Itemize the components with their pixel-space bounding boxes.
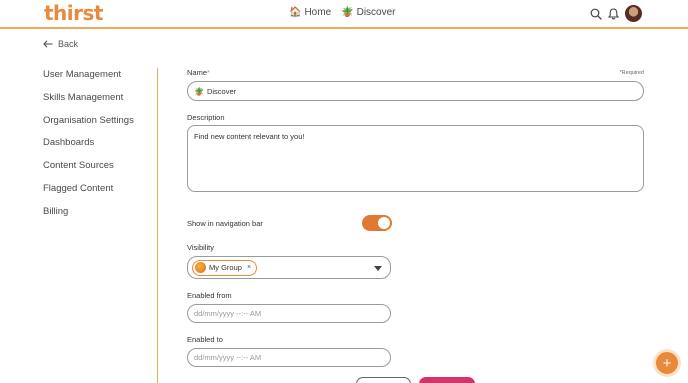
nav-home[interactable]: 🏠 Home — [289, 7, 331, 18]
bell-icon[interactable] — [608, 7, 619, 20]
visibility-label: Visibility — [187, 243, 214, 252]
header-actions — [590, 5, 642, 22]
thirst-logo[interactable]: thirst — [44, 1, 103, 25]
nav-home-label: Home — [304, 7, 332, 18]
name-label: Name* — [187, 68, 210, 77]
enabled-to-label: Enabled to — [187, 335, 223, 344]
enabled-to-input[interactable]: dd/mm/yyyy --:-- AM — [187, 348, 391, 367]
required-mark: * — [207, 68, 210, 77]
visibility-chip-label: My Group — [209, 263, 242, 272]
save-button[interactable] — [419, 377, 475, 383]
sidebar-item-dashboards[interactable]: Dashboards — [43, 136, 157, 159]
sidebar-item-flagged-content[interactable]: Flagged Content — [43, 182, 157, 205]
show-in-nav-toggle[interactable] — [362, 215, 392, 231]
back-label: Back — [58, 39, 79, 49]
plant-icon: 🪴 — [194, 86, 204, 96]
name-field[interactable]: 🪴 Discover — [187, 81, 644, 101]
description-label: Description — [187, 113, 225, 122]
nav-discover[interactable]: 🪴 Discover — [341, 7, 395, 18]
back-button[interactable]: Back — [43, 39, 78, 49]
description-textarea[interactable]: Find new content relevant to you! — [187, 125, 644, 192]
avatar[interactable] — [625, 5, 642, 22]
enabled-from-placeholder: dd/mm/yyyy --:-- AM — [194, 309, 262, 318]
sidebar-item-organisation-settings[interactable]: Organisation Settings — [43, 114, 157, 137]
group-icon — [195, 262, 206, 273]
toggle-knob — [378, 217, 390, 229]
sidebar-item-billing[interactable]: Billing — [43, 205, 157, 228]
visibility-select[interactable]: My Group × — [187, 256, 391, 279]
name-label-text: Name — [187, 68, 208, 77]
sidebar-item-skills-management[interactable]: Skills Management — [43, 91, 157, 114]
sidebar-item-user-management[interactable]: User Management — [43, 68, 157, 91]
home-icon: 🏠 — [289, 7, 302, 18]
plant-icon: 🪴 — [341, 7, 354, 18]
required-hint: *Required — [619, 70, 644, 76]
add-button[interactable]: + — [656, 352, 678, 374]
search-icon[interactable] — [590, 8, 602, 20]
description-value: Find new content relevant to you! — [194, 132, 305, 141]
chip-remove-icon[interactable]: × — [247, 264, 251, 271]
cancel-button[interactable] — [356, 377, 411, 383]
nav-discover-label: Discover — [356, 7, 396, 18]
sidebar-item-content-sources[interactable]: Content Sources — [43, 159, 157, 182]
chevron-down-icon[interactable] — [374, 266, 382, 271]
main-nav: 🏠 Home 🪴 Discover — [289, 7, 396, 18]
name-field-value: Discover — [206, 86, 237, 96]
enabled-from-label: Enabled from — [187, 291, 232, 300]
visibility-chip: My Group × — [192, 259, 258, 276]
enabled-from-input[interactable]: dd/mm/yyyy --:-- AM — [187, 304, 391, 323]
show-in-nav-label: Show in navigation bar — [187, 219, 263, 228]
arrow-left-icon — [43, 40, 53, 48]
enabled-to-placeholder: dd/mm/yyyy --:-- AM — [194, 353, 262, 362]
top-navigation-bar: thirst 🏠 Home 🪴 Discover — [0, 0, 688, 29]
settings-sidebar: User Management Skills Management Organi… — [43, 68, 158, 383]
